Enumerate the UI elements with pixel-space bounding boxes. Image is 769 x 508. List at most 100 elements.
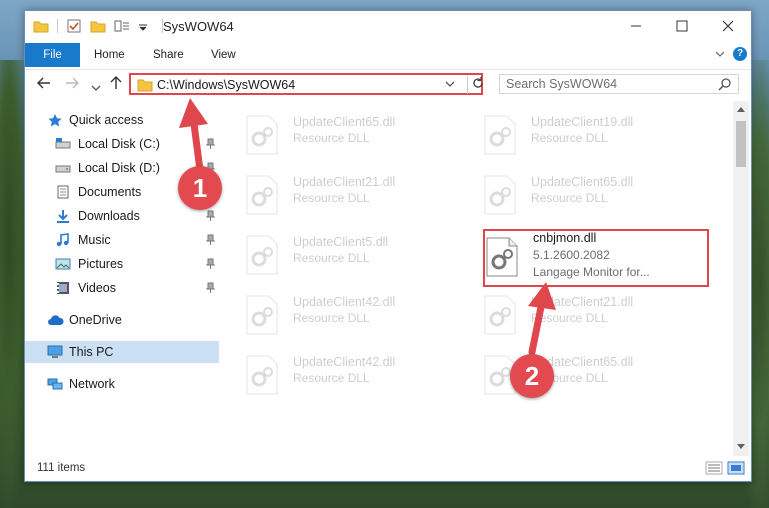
- ribbon-tabs: File Home Share View ?: [25, 43, 751, 67]
- sidebar-item-label: Downloads: [78, 209, 140, 223]
- file-list: UpdateClient65.dll Resource DLL UpdateCl…: [221, 101, 733, 456]
- dll-file-icon: [246, 295, 278, 335]
- item-count: 111 items: [37, 462, 86, 474]
- list-item[interactable]: UpdateClient21.dll Resource DLL: [245, 169, 445, 221]
- maximize-button[interactable]: [659, 11, 705, 41]
- toolbar-separator: [57, 19, 58, 33]
- dll-file-icon: [246, 175, 278, 215]
- address-bar[interactable]: C:\Windows\SysWOW64: [129, 73, 483, 95]
- file-name: UpdateClient42.dll: [293, 355, 396, 369]
- expand-ribbon-icon[interactable]: [715, 47, 725, 61]
- close-button[interactable]: [705, 11, 751, 41]
- refresh-icon: [473, 77, 483, 88]
- dll-file-icon: [246, 355, 278, 395]
- file-description: Resource DLL: [293, 131, 370, 145]
- ribbon-right-controls: ?: [715, 47, 747, 61]
- sidebar-item-label: Documents: [78, 185, 142, 199]
- network-icon: [47, 377, 63, 391]
- sidebar-item-label: Local Disk (D:): [78, 161, 160, 175]
- quick-access-toolbar: [33, 18, 163, 34]
- tab-view[interactable]: View: [211, 43, 236, 67]
- sidebar-item-this-pc[interactable]: This PC: [25, 341, 219, 363]
- file-name: UpdateClient19.dll: [531, 115, 634, 129]
- list-item[interactable]: UpdateClient21.dll Resource DLL: [483, 289, 683, 341]
- scroll-down-icon[interactable]: [737, 443, 745, 452]
- forward-button[interactable]: [65, 76, 79, 94]
- list-item[interactable]: UpdateClient65.dll Resource DLL: [483, 169, 683, 221]
- sidebar-item-label: Quick access: [69, 113, 144, 127]
- address-row: C:\Windows\SysWOW64 Search SysWOW64: [25, 69, 751, 100]
- qat-dropdown-icon[interactable]: [138, 18, 154, 34]
- sidebar-item-videos[interactable]: Videos: [25, 277, 219, 299]
- file-description: Resource DLL: [293, 311, 370, 325]
- dll-file-icon: [484, 295, 516, 335]
- navigation-pane: Quick access Local Disk (C:) Local Disk …: [25, 101, 219, 456]
- tab-share[interactable]: Share: [153, 43, 184, 67]
- maximize-icon: [676, 20, 688, 32]
- sidebar-item-label: This PC: [69, 345, 114, 359]
- pin-icon: [205, 210, 216, 221]
- customize-view-icon[interactable]: [114, 18, 130, 34]
- file-description: Resource DLL: [293, 191, 370, 205]
- pin-icon: [205, 138, 216, 149]
- sidebar-item-quick-access[interactable]: Quick access: [25, 109, 219, 131]
- details-view-icon[interactable]: [705, 461, 723, 478]
- tab-home[interactable]: Home: [94, 43, 125, 67]
- documents-icon: [55, 185, 71, 199]
- sidebar-item-local-disk-c[interactable]: Local Disk (C:): [25, 133, 219, 155]
- file-name: UpdateClient65.dll: [531, 175, 634, 189]
- large-icons-view-icon[interactable]: [727, 461, 745, 478]
- file-description: Resource DLL: [531, 131, 608, 145]
- videos-icon: [55, 281, 71, 295]
- dll-file-icon: [246, 235, 278, 275]
- file-name: UpdateClient65.dll: [293, 115, 396, 129]
- folder-icon: [33, 18, 49, 34]
- list-item[interactable]: UpdateClient5.dll Resource DLL: [245, 229, 445, 281]
- properties-icon[interactable]: [66, 18, 82, 34]
- music-icon: [55, 233, 71, 247]
- tab-file[interactable]: File: [25, 43, 80, 67]
- scroll-thumb[interactable]: [736, 121, 746, 167]
- minimize-button[interactable]: [613, 11, 659, 41]
- dll-file-icon: [484, 175, 516, 215]
- view-toggle: [705, 461, 745, 478]
- vertical-scrollbar[interactable]: [733, 101, 749, 456]
- close-icon: [722, 20, 734, 32]
- up-button[interactable]: [109, 76, 123, 94]
- this-pc-icon: [47, 345, 63, 359]
- search-icon: [718, 77, 732, 94]
- back-button[interactable]: [37, 76, 51, 94]
- file-name: UpdateClient21.dll: [293, 175, 396, 189]
- title-bar: SysWOW64: [25, 11, 751, 43]
- address-dropdown-icon[interactable]: [445, 77, 455, 94]
- help-icon[interactable]: ?: [733, 47, 747, 61]
- back-arrow-icon: [37, 77, 50, 89]
- scroll-up-icon[interactable]: [737, 105, 745, 114]
- sidebar-item-onedrive[interactable]: OneDrive: [25, 309, 219, 331]
- list-item[interactable]: UpdateClient19.dll Resource DLL: [483, 109, 683, 161]
- file-description: Resource DLL: [293, 371, 370, 385]
- search-input[interactable]: Search SysWOW64: [506, 77, 617, 91]
- highlight-box: [483, 229, 709, 287]
- dll-file-icon: [484, 115, 516, 155]
- up-arrow-icon: [110, 76, 122, 89]
- sidebar-item-downloads[interactable]: Downloads: [25, 205, 219, 227]
- search-box[interactable]: Search SysWOW64: [499, 74, 739, 94]
- list-item[interactable]: UpdateClient65.dll Resource DLL: [245, 109, 445, 161]
- address-path: C:\Windows\SysWOW64: [157, 78, 296, 92]
- sidebar-item-label: OneDrive: [69, 313, 122, 327]
- forward-arrow-icon: [66, 77, 79, 89]
- sidebar-item-music[interactable]: Music: [25, 229, 219, 251]
- sidebar-item-pictures[interactable]: Pictures: [25, 253, 219, 275]
- refresh-button[interactable]: [467, 76, 484, 94]
- recent-locations-button[interactable]: [91, 79, 101, 96]
- new-folder-icon[interactable]: [90, 18, 106, 34]
- minimize-icon: [631, 25, 641, 27]
- list-item[interactable]: UpdateClient42.dll Resource DLL: [245, 349, 445, 401]
- window-title: SysWOW64: [163, 19, 234, 34]
- sidebar-item-network[interactable]: Network: [25, 373, 219, 395]
- file-name: UpdateClient5.dll: [293, 235, 389, 249]
- chevron-down-icon: [91, 85, 101, 91]
- list-item[interactable]: UpdateClient42.dll Resource DLL: [245, 289, 445, 341]
- downloads-icon: [55, 209, 71, 223]
